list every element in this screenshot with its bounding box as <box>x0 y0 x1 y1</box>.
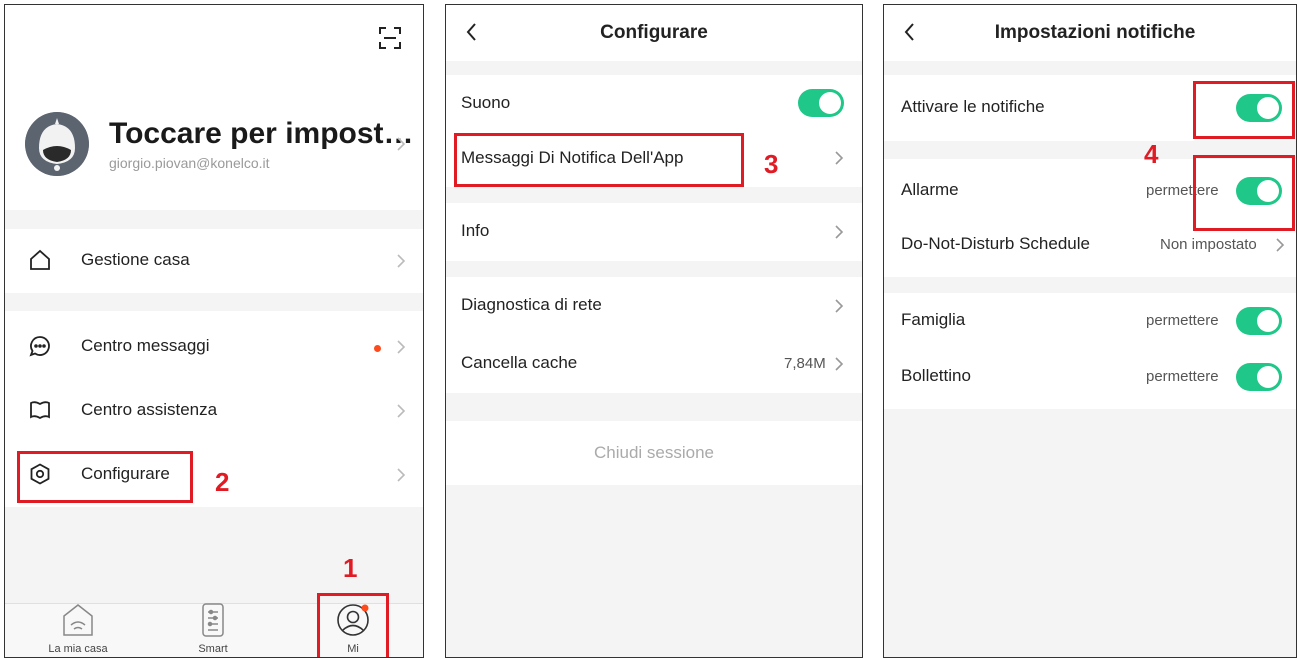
setting-info[interactable]: Info <box>446 200 862 264</box>
notification-settings-screen: Impostazioni notifiche Attivare le notif… <box>883 4 1297 658</box>
nav-header: Impostazioni notifiche <box>884 5 1296 61</box>
menu-item-centro-messaggi[interactable]: Centro messaggi <box>5 315 423 379</box>
annotation-box-4a <box>1193 81 1295 139</box>
setting-bollettino: Bollettino permettere <box>884 345 1296 409</box>
chat-bubble-icon <box>29 335 51 357</box>
book-icon <box>29 399 51 421</box>
bollettino-toggle[interactable] <box>1236 363 1282 391</box>
notification-dot <box>374 345 381 352</box>
famiglia-status: permettere <box>1146 312 1219 329</box>
tab-smart[interactable]: Smart <box>185 602 241 655</box>
chevron-right-icon <box>396 253 406 269</box>
chevron-right-icon <box>834 150 844 166</box>
annotation-number-4: 4 <box>1144 139 1159 169</box>
suono-toggle[interactable] <box>798 89 844 117</box>
house-icon <box>29 249 51 271</box>
bollettino-status: permettere <box>1146 368 1219 385</box>
profile-email: giorgio.piovan@konelco.it <box>109 155 270 171</box>
avatar[interactable] <box>25 112 89 176</box>
profile-name[interactable]: Toccare per impost… <box>109 117 414 151</box>
chevron-right-icon <box>396 467 406 483</box>
me-screen: Toccare per impost… giorgio.piovan@konel… <box>4 4 424 658</box>
tab-label: Smart <box>198 643 228 655</box>
setting-label: Info <box>461 221 490 240</box>
chevron-right-icon <box>834 224 844 240</box>
cache-size: 7,84M <box>784 355 826 372</box>
chevron-right-icon <box>834 356 844 372</box>
annotation-number-3: 3 <box>764 149 779 179</box>
tab-la-mia-casa[interactable]: La mia casa <box>40 602 116 655</box>
logout-button[interactable]: Chiudi sessione <box>446 421 862 485</box>
famiglia-toggle[interactable] <box>1236 307 1282 335</box>
setting-suono: Suono <box>446 72 862 136</box>
tab-label: La mia casa <box>48 643 108 655</box>
setting-label: Bollettino <box>901 366 971 385</box>
setting-label: Allarme <box>901 180 959 199</box>
categories-group: Famiglia permettere Bollettino permetter… <box>884 293 1296 409</box>
setting-label: Attivare le notifiche <box>901 97 1045 116</box>
home-group: Gestione casa <box>5 229 423 293</box>
chevron-right-icon[interactable] <box>396 136 406 152</box>
annotation-box-1 <box>317 593 389 657</box>
menu-item-gestione-casa[interactable]: Gestione casa <box>5 229 423 293</box>
configurare-screen: Configurare Suono Messaggi Di Notifica D… <box>445 4 863 658</box>
chevron-right-icon <box>834 298 844 314</box>
scan-icon[interactable] <box>379 27 401 49</box>
setting-label: Diagnostica di rete <box>461 295 602 314</box>
setting-famiglia: Famiglia permettere <box>884 289 1296 353</box>
setting-label: Famiglia <box>901 310 966 329</box>
setting-diagnostica[interactable]: Diagnostica di rete <box>446 274 862 338</box>
annotation-number-1: 1 <box>343 553 358 583</box>
network-group: Diagnostica di rete Cancella cache 7,84M <box>446 277 862 393</box>
menu-item-label: Centro messaggi <box>81 336 210 355</box>
page-title: Impostazioni notifiche <box>994 22 1196 43</box>
page-title: Configurare <box>600 22 708 43</box>
home-wifi-icon <box>63 604 93 636</box>
annotation-box-3 <box>454 133 744 187</box>
menu-item-label: Gestione casa <box>81 250 190 269</box>
profile-header: Toccare per impost… giorgio.piovan@konel… <box>5 5 423 210</box>
chevron-right-icon <box>396 403 406 419</box>
nav-header: Configurare <box>446 5 862 61</box>
chevron-right-icon <box>1275 237 1285 253</box>
chevron-right-icon <box>396 339 406 355</box>
setting-label: Cancella cache <box>461 353 578 372</box>
menu-item-label: Centro assistenza <box>81 400 218 419</box>
info-group: Info <box>446 203 862 261</box>
setting-label: Suono <box>461 93 511 112</box>
phone-sliders-icon <box>202 603 224 637</box>
dnd-status: Non impostato <box>1160 236 1257 253</box>
menu-item-centro-assistenza[interactable]: Centro assistenza <box>5 379 423 443</box>
annotation-number-2: 2 <box>215 467 230 497</box>
setting-cancella-cache[interactable]: Cancella cache 7,84M <box>446 332 862 396</box>
annotation-box-4b <box>1193 155 1295 231</box>
setting-label: Do-Not-Disturb Schedule <box>901 234 1090 253</box>
annotation-box-2 <box>17 451 193 503</box>
